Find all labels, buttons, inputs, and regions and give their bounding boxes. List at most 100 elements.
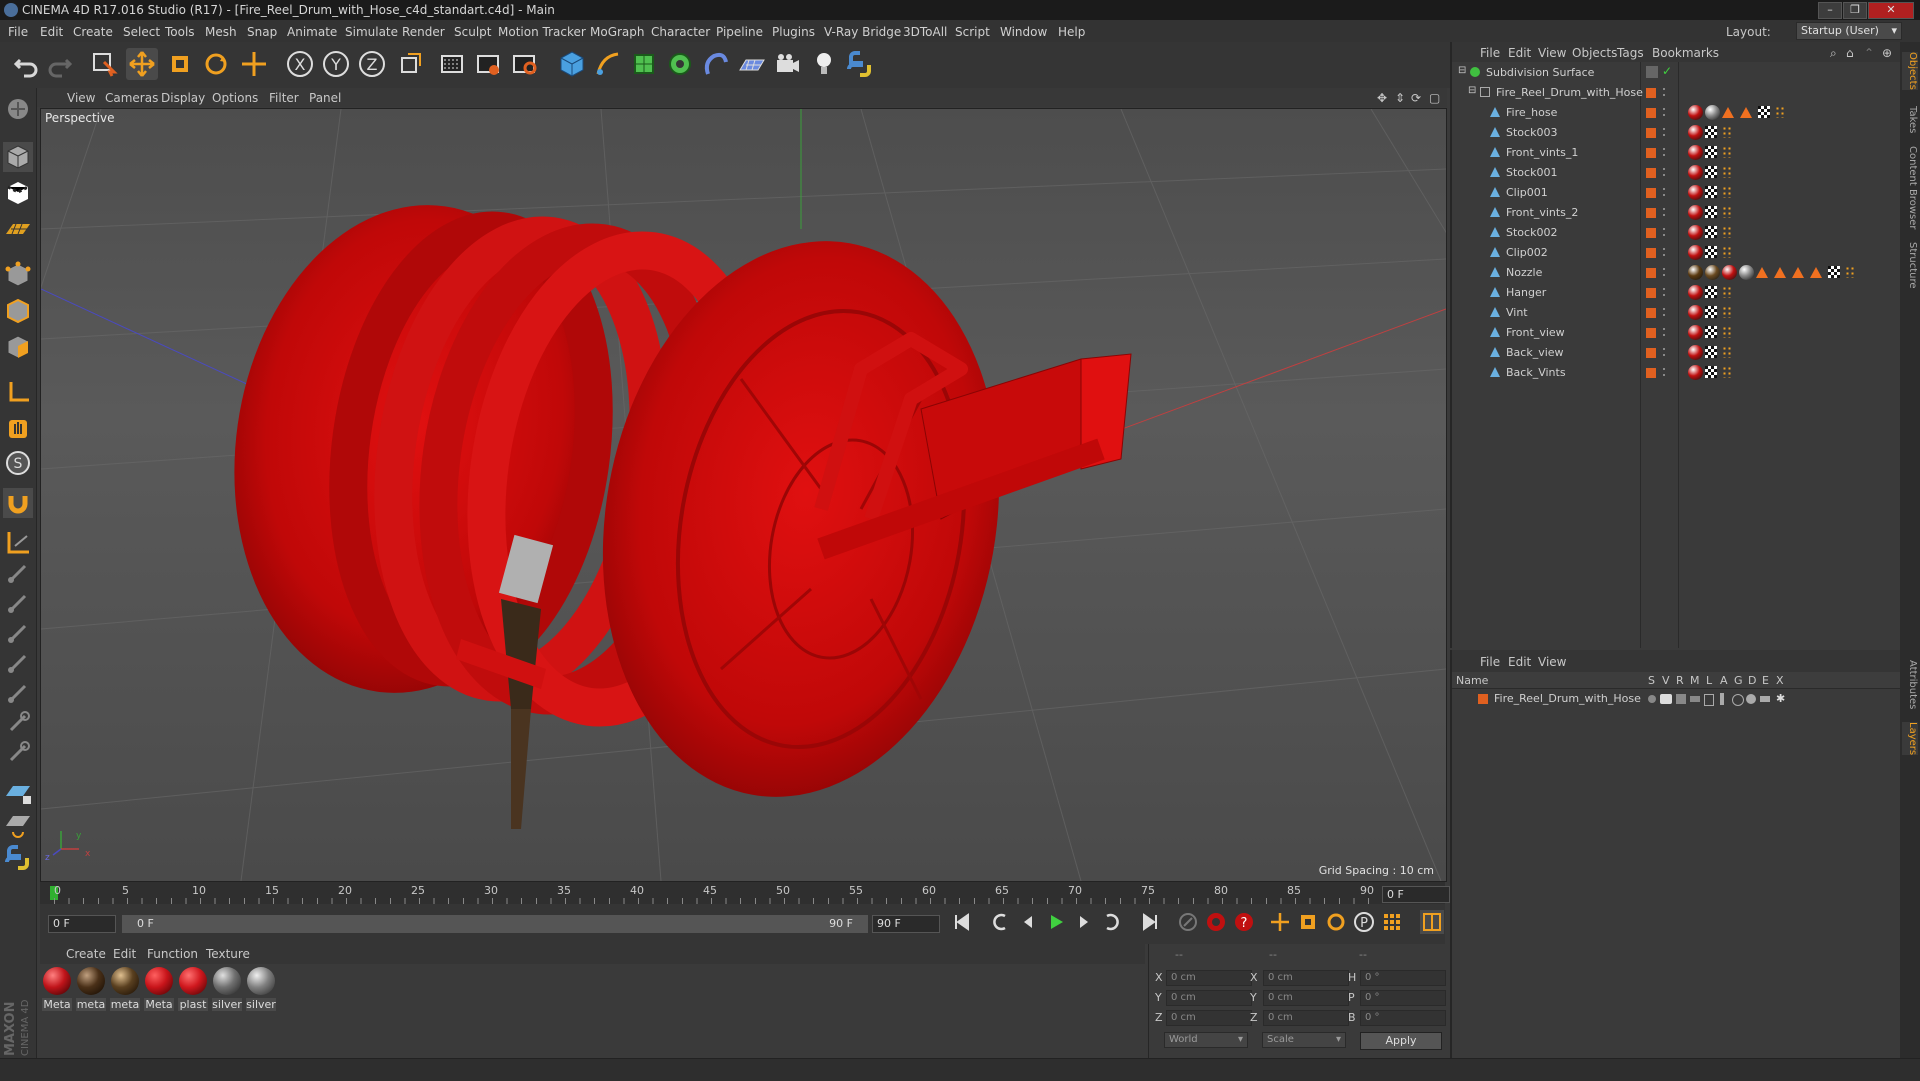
animation-toggle-icon[interactable] [1720, 693, 1724, 705]
object-row[interactable]: Back_view [1452, 343, 1900, 363]
end-frame-field[interactable]: 90 F [872, 915, 940, 933]
uvw-tag-icon[interactable] [1722, 326, 1732, 338]
texture-tag-icon[interactable] [1705, 126, 1717, 138]
material-tag-icon[interactable] [1722, 265, 1737, 280]
material-tag-icon[interactable] [1688, 325, 1703, 340]
home-icon[interactable]: ⌂ [1846, 46, 1854, 60]
visibility-dots[interactable] [1662, 266, 1666, 278]
object-row[interactable]: Vint [1452, 303, 1900, 323]
uvw-tag-icon[interactable] [1775, 106, 1785, 118]
visibility-dots[interactable] [1662, 246, 1666, 258]
start-frame-field[interactable]: 0 F [48, 915, 116, 933]
frame-range-slider[interactable]: 0 F 90 F [122, 915, 868, 933]
viewport-menu-filter[interactable]: Filter [269, 91, 299, 105]
menu-help[interactable]: Help [1058, 25, 1085, 39]
size-z-field[interactable]: 0 cm [1263, 1010, 1349, 1026]
points-mode-icon[interactable] [3, 260, 33, 290]
tab-content-browser[interactable]: Content Browser [1902, 146, 1918, 229]
go-to-start-icon[interactable] [950, 910, 974, 934]
model-mode-icon[interactable] [3, 142, 33, 172]
material-tag-icon[interactable] [1705, 105, 1720, 120]
viewport-menu-cameras[interactable]: Cameras [105, 91, 158, 105]
z-axis-icon[interactable]: Z [356, 48, 388, 80]
uvw-tag-icon[interactable] [1722, 246, 1732, 258]
autokey-icon[interactable] [1204, 910, 1228, 934]
solo-toggle-icon[interactable] [1648, 695, 1656, 703]
search-icon[interactable]: ⌕ [1830, 46, 1837, 61]
object-row[interactable]: Nozzle [1452, 263, 1900, 283]
phong-tag-icon[interactable] [1756, 267, 1768, 278]
visibility-dots[interactable] [1662, 346, 1666, 358]
manager-toggle-icon[interactable] [1690, 696, 1700, 702]
previous-frame-icon[interactable] [1016, 910, 1040, 934]
uvw-tag-icon[interactable] [1722, 206, 1732, 218]
uvw-tag-icon[interactable] [1722, 126, 1732, 138]
texture-tag-icon[interactable] [1705, 366, 1717, 378]
visibility-dots[interactable] [1662, 286, 1666, 298]
brush-p-icon[interactable] [3, 588, 33, 618]
texture-tag-icon[interactable] [1705, 246, 1717, 258]
object-row[interactable]: Front_vints_2 [1452, 203, 1900, 223]
menu-render[interactable]: Render [402, 25, 445, 39]
y-axis-icon[interactable]: Y [320, 48, 352, 80]
layer-column-s[interactable]: S [1648, 674, 1655, 687]
uvw-tag-icon[interactable] [1722, 186, 1732, 198]
tab-objects[interactable]: Objects [1902, 52, 1918, 90]
menu-tools[interactable]: Tools [165, 25, 195, 39]
texture-tag-icon[interactable] [1828, 266, 1840, 278]
material-tag-icon[interactable] [1688, 345, 1703, 360]
layer-color-flag[interactable] [1646, 208, 1656, 218]
visibility-dots[interactable] [1662, 106, 1666, 118]
layer-color-flag[interactable] [1646, 168, 1656, 178]
uvw-tag-icon[interactable] [1845, 266, 1855, 278]
rotate-icon[interactable] [200, 48, 232, 80]
brush-ps-icon[interactable] [3, 648, 33, 678]
rotation-h-field[interactable]: 0 ° [1360, 970, 1446, 986]
play-icon[interactable] [1044, 910, 1068, 934]
menu-pipeline[interactable]: Pipeline [716, 25, 763, 39]
layer-row[interactable]: Fire_Reel_Drum_with_Hose ✱ [1452, 690, 1900, 710]
viewport-nav-move-icon[interactable]: ✥ [1377, 91, 1387, 105]
material-tag-icon[interactable] [1688, 125, 1703, 140]
layer-swatch[interactable] [1646, 66, 1658, 78]
layer-column-e[interactable]: E [1762, 674, 1769, 687]
visibility-dots[interactable] [1662, 146, 1666, 158]
transform-icon[interactable] [238, 48, 270, 80]
3d-viewport[interactable]: Perspective y x z Grid Spacing : 10 cm [40, 108, 1447, 882]
layer-color-flag[interactable] [1646, 348, 1656, 358]
pen-icon[interactable] [592, 48, 624, 80]
keyframe-help-icon[interactable]: ? [1232, 910, 1256, 934]
cube-icon[interactable] [556, 48, 588, 80]
rotation-b-field[interactable]: 0 ° [1360, 1010, 1446, 1026]
texture-tag-icon[interactable] [1705, 206, 1717, 218]
material-tag-icon[interactable] [1688, 365, 1703, 380]
array-icon[interactable] [664, 48, 696, 80]
viewport-maximize-icon[interactable]: ▢ [1429, 91, 1440, 105]
new-window-icon[interactable]: ⊕ [1882, 46, 1892, 60]
render-picture-viewer-icon[interactable] [472, 48, 504, 80]
xref-toggle-icon[interactable]: ✱ [1776, 692, 1785, 705]
workplane-icon[interactable] [3, 214, 33, 244]
material-swatch[interactable]: plast [178, 967, 208, 1011]
texture-mode-icon[interactable] [3, 178, 33, 208]
menu-animate[interactable]: Animate [287, 25, 337, 39]
menu-create[interactable]: Create [73, 25, 113, 39]
object-row[interactable]: Stock002 [1452, 223, 1900, 243]
layer-color-flag[interactable] [1646, 128, 1656, 138]
om-menu-view[interactable]: View [1538, 46, 1566, 60]
material-tag-icon[interactable] [1688, 265, 1703, 280]
x-axis-icon[interactable]: X [284, 48, 316, 80]
go-to-end-icon[interactable] [1138, 910, 1162, 934]
visible-toggle-icon[interactable] [1660, 694, 1672, 704]
material-tag-icon[interactable] [1688, 105, 1703, 120]
visibility-dots[interactable] [1662, 326, 1666, 338]
visibility-dots[interactable] [1662, 126, 1666, 138]
collapse-icon[interactable]: ⊟ [1468, 85, 1476, 96]
previous-key-icon[interactable] [988, 910, 1012, 934]
phong-tag-icon[interactable] [1774, 267, 1786, 278]
axis-mode-icon[interactable] [3, 378, 33, 408]
magnet-icon[interactable] [3, 488, 33, 518]
polygons-mode-icon[interactable] [3, 332, 33, 362]
deformer-icon[interactable] [700, 48, 732, 80]
paint-brush-icon[interactable] [3, 738, 33, 768]
